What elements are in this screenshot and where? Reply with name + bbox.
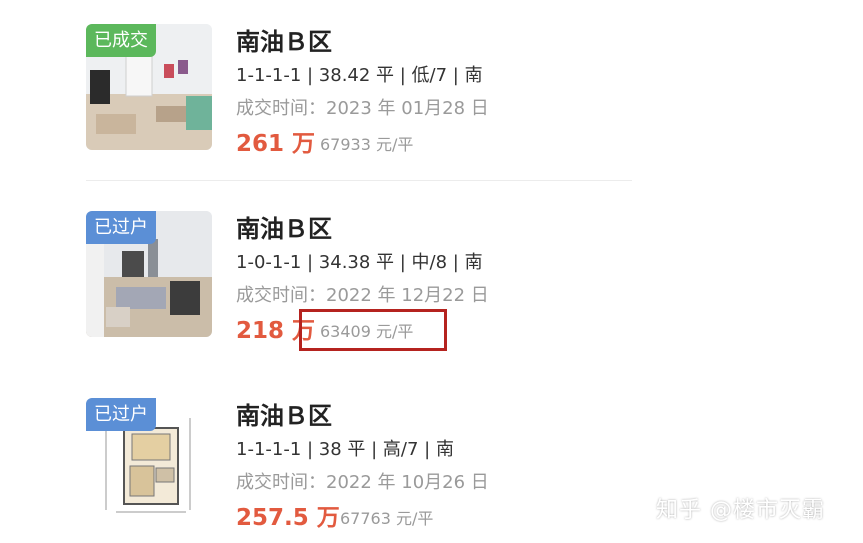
total-price: 261 万 bbox=[236, 131, 316, 157]
house-specs: 1-1-1-1 | 38.42 平 | 低/7 | 南 bbox=[236, 65, 483, 86]
status-badge: 已过户 bbox=[86, 398, 156, 431]
status-badge: 已成交 bbox=[86, 24, 156, 57]
house-specs: 1-0-1-1 | 34.38 平 | 中/8 | 南 bbox=[236, 252, 483, 273]
community-name[interactable]: 南油Ｂ区 bbox=[236, 22, 332, 57]
deal-date: 成交时间：2022 年 10月26 日 bbox=[236, 472, 489, 493]
listing-photo[interactable]: 已过户 bbox=[86, 211, 212, 337]
unit-price: 67933 元/平 bbox=[320, 135, 414, 154]
divider bbox=[86, 180, 632, 181]
community-name[interactable]: 南油Ｂ区 bbox=[236, 209, 332, 244]
zhihu-watermark: 知乎 @楼市灭霸 bbox=[656, 498, 825, 523]
unit-price: 67763 元/平 bbox=[340, 509, 434, 528]
listing-card[interactable]: 已成交 南油Ｂ区 1-1-1-1 | 38.42 平 | 低/7 | 南 成交时… bbox=[86, 22, 646, 157]
deal-date: 成交时间：2023 年 01月28 日 bbox=[236, 98, 489, 119]
status-badge: 已过户 bbox=[86, 211, 156, 244]
listing-photo[interactable]: 已成交 bbox=[86, 24, 212, 150]
listing-card[interactable]: 已过户 南油Ｂ区 1-1-1-1 | 38 平 | 高/7 | 南 成交时间：2… bbox=[86, 396, 646, 531]
house-specs: 1-1-1-1 | 38 平 | 高/7 | 南 bbox=[236, 439, 454, 460]
highlight-box bbox=[299, 309, 447, 351]
deal-date: 成交时间：2022 年 12月22 日 bbox=[236, 285, 489, 306]
community-name[interactable]: 南油Ｂ区 bbox=[236, 396, 332, 431]
floor-plan-image[interactable]: 已过户 bbox=[86, 398, 212, 524]
total-price: 257.5 万 bbox=[236, 505, 340, 531]
